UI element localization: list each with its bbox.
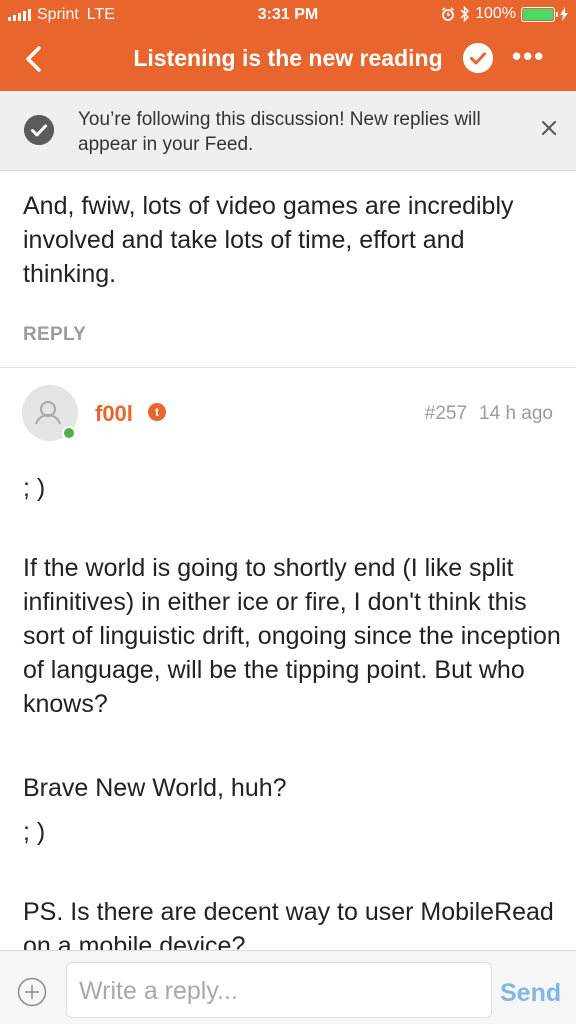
checkmark-circle-icon bbox=[24, 115, 54, 145]
post-paragraph: ; ) bbox=[23, 818, 46, 846]
alarm-icon bbox=[442, 7, 455, 21]
more-options-icon[interactable]: ••• bbox=[512, 43, 545, 69]
post-meta: #257 14 h ago bbox=[425, 403, 553, 425]
reply-input[interactable]: Write a reply... bbox=[66, 962, 492, 1018]
follow-banner: You’re following this discussion! New re… bbox=[0, 91, 576, 171]
status-right: 100% bbox=[441, 5, 568, 23]
nav-bar: Listening is the new reading ••• bbox=[0, 32, 576, 91]
post-paragraph: ; ) bbox=[23, 474, 46, 502]
send-button[interactable]: Send bbox=[500, 979, 561, 1008]
post-paragraph: PS. Is there are decent way to user Mobi… bbox=[23, 898, 554, 950]
bluetooth-icon bbox=[460, 6, 470, 22]
post-paragraph: If the world is going to shortly end (I … bbox=[23, 554, 561, 718]
post-username[interactable]: f00l bbox=[95, 401, 133, 427]
user-badge-icon: t bbox=[148, 403, 166, 421]
online-indicator bbox=[62, 426, 76, 440]
status-bar: Sprint LTE 3:31 PM 100% bbox=[0, 0, 576, 32]
reply-button[interactable]: REPLY bbox=[23, 324, 86, 346]
add-attachment-icon[interactable] bbox=[17, 977, 47, 1007]
post-number[interactable]: #257 bbox=[425, 403, 467, 424]
charging-icon bbox=[560, 7, 568, 21]
thread-content[interactable]: And, fwiw, lots of video games are incre… bbox=[0, 171, 576, 950]
battery-fill bbox=[523, 8, 553, 20]
followed-check-icon[interactable] bbox=[463, 43, 493, 73]
post-paragraph: Brave New World, huh? bbox=[23, 774, 287, 802]
battery-percent: 100% bbox=[475, 5, 516, 22]
close-icon[interactable] bbox=[538, 117, 560, 139]
battery-icon bbox=[521, 6, 558, 22]
divider bbox=[0, 367, 576, 368]
top-bar: Sprint LTE 3:31 PM 100% Listening is the… bbox=[0, 0, 576, 91]
reply-composer: Write a reply... Send bbox=[0, 950, 576, 1024]
previous-post-text: And, fwiw, lots of video games are incre… bbox=[23, 192, 514, 288]
post-time: 14 h ago bbox=[479, 403, 553, 424]
follow-message: You’re following this discussion! New re… bbox=[78, 109, 481, 155]
